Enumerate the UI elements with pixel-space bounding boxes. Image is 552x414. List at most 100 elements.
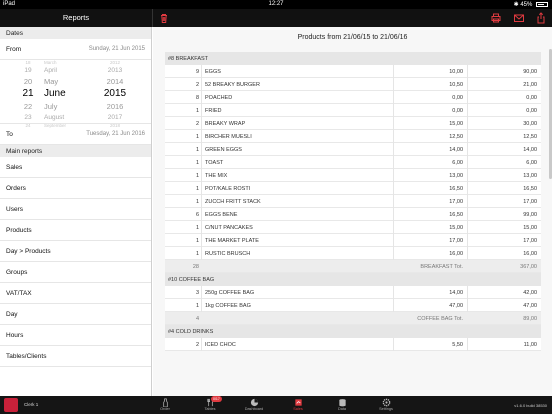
row-unit-price: 47,00: [449, 303, 463, 309]
row-product-name: BREAKY WRAP: [205, 121, 246, 127]
sidebar-item-groups[interactable]: Groups: [0, 262, 151, 283]
cell-divider: [201, 299, 202, 312]
picker-year: 2016: [106, 102, 124, 111]
row-unit-price: 0,00: [452, 108, 463, 114]
row-product-name: C/NUT PANCAKES: [205, 225, 253, 231]
bluetooth-icon: ✱: [513, 2, 519, 8]
picker-month: April: [44, 67, 58, 74]
tab-label: Settings: [379, 407, 393, 411]
row-unit-price: 0,00: [452, 95, 463, 101]
cell-divider: [201, 65, 202, 78]
row-unit-price: 17,00: [449, 238, 463, 244]
sidebar-item-day[interactable]: Day: [0, 304, 151, 325]
picker-year-selected: 2015: [103, 88, 127, 99]
picker-month: May: [44, 77, 59, 86]
status-bar: iPad 12:27 ✱ 45%: [0, 0, 552, 9]
group-total-row: 4 COFFEE BAG Tot. 89,00: [165, 312, 541, 325]
picker-day: 23: [24, 114, 32, 121]
row-total: 21,00: [523, 82, 537, 88]
row-quantity: 1: [195, 238, 199, 244]
row-quantity: 9: [195, 69, 199, 75]
cell-divider: [201, 117, 202, 130]
top-bar: Reports: [0, 9, 552, 27]
picker-day: 19: [24, 67, 32, 74]
row-product-name: THE MARKET PLATE: [205, 238, 259, 244]
row-unit-price: 16,00: [449, 251, 463, 257]
row-quantity: 1: [195, 199, 199, 205]
mail-icon[interactable]: [513, 12, 525, 24]
print-icon[interactable]: [490, 12, 502, 24]
tab-dashboard[interactable]: Dashboard: [234, 396, 274, 414]
row-total: 13,00: [523, 173, 537, 179]
clerk-name[interactable]: Clerk 1: [24, 402, 38, 407]
picker-day: 22: [23, 102, 33, 111]
cell-divider: [201, 104, 202, 117]
tab-settings[interactable]: Settings: [366, 396, 406, 414]
to-date-value: Tuesday, 21 Jun 2016: [86, 131, 145, 137]
row-quantity: 1: [195, 160, 199, 166]
share-icon[interactable]: [535, 12, 547, 24]
cell-divider: [201, 247, 202, 260]
tab-order[interactable]: Order: [145, 396, 185, 414]
row-quantity: 1: [195, 134, 199, 140]
tab-label: Data: [337, 407, 347, 411]
group-total-row: 28 BREAKFAST Tot. 367,00: [165, 260, 541, 273]
row-product-name: ICED CHOC: [205, 342, 236, 348]
row-quantity: 2: [195, 82, 199, 88]
pie-chart-icon: [234, 398, 274, 407]
sidebar-item-sales[interactable]: Sales: [0, 157, 151, 178]
row-total: 14,00: [523, 147, 537, 153]
row-product-name: 52 BREAKY BURGER: [205, 82, 260, 88]
row-quantity: 1: [195, 251, 199, 257]
picker-day-selected: 21: [22, 88, 34, 99]
picker-day-column[interactable]: 18 19 20 21 22 23 24: [14, 60, 42, 128]
main-reports-header: Main reports: [0, 145, 151, 157]
row-quantity: 1: [195, 147, 199, 153]
row-quantity: 1: [195, 173, 199, 179]
from-date-value: Sunday, 21 Jun 2015: [88, 46, 145, 52]
picker-month-column[interactable]: March April May June July August Septemb…: [44, 60, 94, 128]
table-row: 1 ZUCCH FRITT STACK 17,00 17,00: [165, 195, 541, 208]
sidebar-item-users[interactable]: Users: [0, 199, 151, 220]
cell-divider: [201, 78, 202, 91]
tab-data[interactable]: Data: [322, 396, 362, 414]
tab-sales[interactable]: Sales: [278, 396, 318, 414]
row-total: 0,00: [526, 95, 537, 101]
tab-tables[interactable]: Tables 0/17: [190, 396, 230, 414]
sidebar-item-hours[interactable]: Hours: [0, 325, 151, 346]
row-unit-price: 15,00: [449, 225, 463, 231]
battery-percent: 45%: [520, 2, 533, 8]
sidebar-item-day-products[interactable]: Day > Products: [0, 241, 151, 262]
sidebar-item-tables-clients[interactable]: Tables/Clients: [0, 346, 151, 367]
row-quantity: 6: [195, 212, 199, 218]
table-row: 1 THE MIX 13,00 13,00: [165, 169, 541, 182]
row-unit-price: 16,50: [449, 186, 463, 192]
battery-indicator: ✱ 45%: [514, 1, 548, 8]
group-total-label: BREAKFAST Tot.: [420, 264, 463, 270]
app-logo-icon[interactable]: [4, 398, 18, 412]
cutlery-icon: [190, 398, 230, 407]
sidebar-item-vat-tax[interactable]: VAT/TAX: [0, 283, 151, 304]
row-unit-price: 10,00: [449, 69, 463, 75]
trash-icon[interactable]: [158, 12, 170, 24]
table-row: 8 POACHED 0,00 0,00: [165, 91, 541, 104]
sidebar-item-orders[interactable]: Orders: [0, 178, 151, 199]
picker-year: 2013: [107, 67, 123, 74]
table-row: 1 RUSTIC BRUSCH 16,00 16,00: [165, 247, 541, 260]
row-quantity: 2: [195, 121, 199, 127]
date-picker[interactable]: 18 19 20 21 22 23 24 March April May Jun…: [0, 60, 151, 128]
picker-month: September: [44, 123, 67, 128]
row-unit-price: 17,00: [449, 199, 463, 205]
picker-year: 2014: [106, 77, 124, 86]
sidebar: Dates From Sunday, 21 Jun 2015 18 19 20 …: [0, 27, 152, 396]
cell-divider: [201, 91, 202, 104]
row-product-name: ZUCCH FRITT STACK: [205, 199, 261, 205]
row-unit-price: 10,50: [449, 82, 463, 88]
tab-badge: 0/17: [211, 396, 222, 402]
sidebar-item-products[interactable]: Products: [0, 220, 151, 241]
from-date-row[interactable]: From Sunday, 21 Jun 2015: [0, 39, 151, 60]
row-total: 12,50: [523, 134, 537, 140]
picker-year-column[interactable]: 2012 2013 2014 2015 2016 2017 2018: [100, 60, 130, 128]
table-row: 1 GREEN EGGS 14,00 14,00: [165, 143, 541, 156]
row-product-name: GREEN EGGS: [205, 147, 242, 153]
